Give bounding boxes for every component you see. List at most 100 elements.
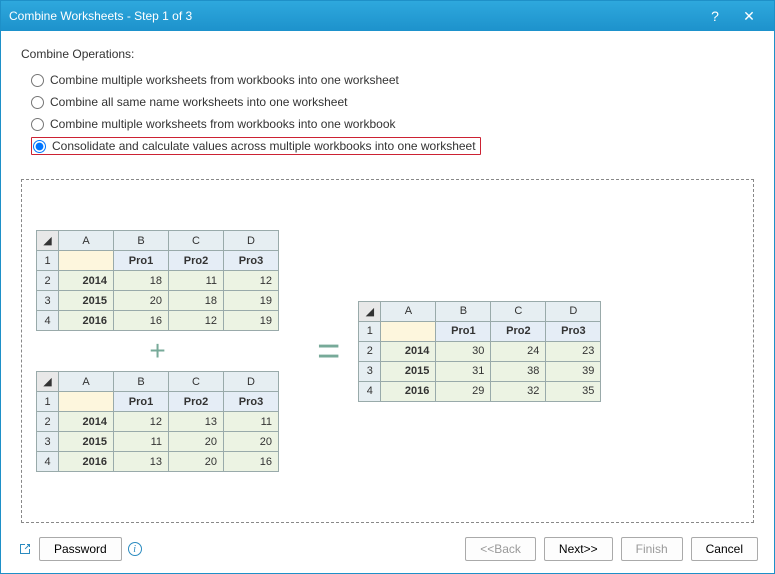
cell: 32 (491, 381, 546, 401)
window-title: Combine Worksheets - Step 1 of 3 (9, 9, 698, 23)
cell: 19 (224, 311, 279, 331)
cell: 11 (114, 432, 169, 452)
cell: 20 (169, 432, 224, 452)
corner-cell: ◢ (37, 372, 59, 392)
col-header: B (436, 301, 491, 321)
cell: 2015 (59, 291, 114, 311)
cell: 2015 (59, 432, 114, 452)
cell: Pro3 (546, 321, 601, 341)
option-combine-into-one-workbook[interactable]: Combine multiple worksheets from workboo… (31, 113, 754, 135)
radio-label: Combine multiple worksheets from workboo… (50, 117, 396, 131)
row-header: 1 (359, 321, 381, 341)
cell: Pro2 (491, 321, 546, 341)
cell: 12 (224, 271, 279, 291)
cell: 20 (114, 291, 169, 311)
cell: Pro3 (224, 392, 279, 412)
row-header: 3 (37, 432, 59, 452)
nav-buttons: <<Back Next>> Finish Cancel (465, 537, 758, 561)
finish-button[interactable]: Finish (621, 537, 683, 561)
radio-input[interactable] (31, 118, 44, 131)
radio-label: Combine all same name worksheets into on… (50, 95, 347, 109)
radio-input[interactable] (33, 140, 46, 153)
col-header: C (169, 231, 224, 251)
cell: Pro1 (114, 251, 169, 271)
radio-label: Combine multiple worksheets from workboo… (50, 73, 399, 87)
row-header: 4 (359, 381, 381, 401)
group-title: Combine Operations: (21, 47, 754, 61)
close-button[interactable]: ✕ (732, 1, 766, 31)
equals-wrapper: = (317, 331, 340, 371)
cell: 2016 (381, 381, 436, 401)
option-consolidate-calculate[interactable]: Consolidate and calculate values across … (33, 139, 476, 153)
option-consolidate-wrapper: Consolidate and calculate values across … (31, 135, 754, 157)
help-button[interactable]: ? (698, 1, 732, 31)
cancel-button[interactable]: Cancel (691, 537, 758, 561)
row-header: 4 (37, 452, 59, 472)
cell: 29 (436, 381, 491, 401)
cell: 11 (169, 271, 224, 291)
cell: 12 (114, 412, 169, 432)
col-header: D (224, 231, 279, 251)
equals-icon: = (317, 331, 340, 371)
dialog-window: Combine Worksheets - Step 1 of 3 ? ✕ Com… (0, 0, 775, 574)
cell (59, 251, 114, 271)
row-header: 1 (37, 392, 59, 412)
row-header: 2 (37, 412, 59, 432)
cell: Pro1 (436, 321, 491, 341)
row-header: 3 (37, 291, 59, 311)
corner-cell: ◢ (37, 231, 59, 251)
cell: 2014 (381, 341, 436, 361)
col-header: A (59, 231, 114, 251)
cell: 19 (224, 291, 279, 311)
row-header: 1 (37, 251, 59, 271)
selected-highlight: Consolidate and calculate values across … (31, 137, 481, 155)
combine-operations-group: Combine Operations: Combine multiple wor… (21, 47, 754, 157)
source-tables-stack: ◢ A B C D 1 Pro1 Pro2 Pro3 2 20 1 4 18 (36, 230, 279, 472)
cell: 16 (224, 452, 279, 472)
cell: Pro2 (169, 251, 224, 271)
cell: 2016 (59, 452, 114, 472)
password-button[interactable]: Password (39, 537, 122, 561)
radio-input[interactable] (31, 74, 44, 87)
external-link-icon[interactable] (17, 541, 33, 557)
footer-bar: Password i <<Back Next>> Finish Cancel (1, 533, 774, 573)
cell (381, 321, 436, 341)
radio-group: Combine multiple worksheets from workboo… (21, 69, 754, 157)
cell: 12 (169, 311, 224, 331)
cell: 23 (546, 341, 601, 361)
cell: 38 (491, 361, 546, 381)
cell: 2016 (59, 311, 114, 331)
option-combine-same-name[interactable]: Combine all same name worksheets into on… (31, 91, 754, 113)
cell: 35 (546, 381, 601, 401)
radio-input[interactable] (31, 96, 44, 109)
col-header: C (169, 372, 224, 392)
col-header: D (546, 301, 601, 321)
col-header: A (381, 301, 436, 321)
option-combine-into-one-worksheet[interactable]: Combine multiple worksheets from workboo… (31, 69, 754, 91)
cell: 39 (546, 361, 601, 381)
cell: 20 (224, 432, 279, 452)
col-header: B (114, 372, 169, 392)
cell: 20 (169, 452, 224, 472)
next-button[interactable]: Next>> (544, 537, 613, 561)
row-header: 2 (37, 271, 59, 291)
cell: Pro2 (169, 392, 224, 412)
preview-panel: ◢ A B C D 1 Pro1 Pro2 Pro3 2 2014 18 (21, 179, 754, 523)
row-header: 3 (359, 361, 381, 381)
cell (59, 392, 114, 412)
col-header: A (59, 372, 114, 392)
row-header: 4 (37, 311, 59, 331)
back-button[interactable]: <<Back (465, 537, 536, 561)
row-header: 2 (359, 341, 381, 361)
cell: 31 (436, 361, 491, 381)
titlebar: Combine Worksheets - Step 1 of 3 ? ✕ (1, 1, 774, 31)
cell: 13 (169, 412, 224, 432)
cell: Pro1 (114, 392, 169, 412)
cell: Pro3 (224, 251, 279, 271)
cell: 18 (114, 271, 169, 291)
source-table-1: ◢ A B C D 1 Pro1 Pro2 Pro3 2 2014 18 (36, 230, 279, 331)
content-area: Combine Operations: Combine multiple wor… (1, 31, 774, 533)
info-icon[interactable]: i (128, 542, 142, 556)
col-header: B (114, 231, 169, 251)
cell: 18 (169, 291, 224, 311)
